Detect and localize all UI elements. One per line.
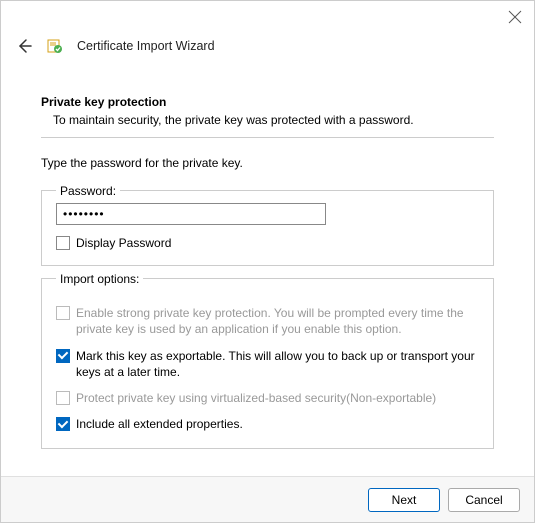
option-extended-properties-checkbox[interactable] — [56, 417, 70, 431]
option-virtualized-security: Protect private key using virtualized-ba… — [56, 390, 479, 406]
password-input[interactable] — [56, 203, 326, 225]
option-label: Include all extended properties. — [76, 416, 243, 432]
option-label: Enable strong private key protection. Yo… — [76, 305, 479, 337]
wizard-title: Certificate Import Wizard — [77, 39, 215, 53]
import-options-group: Import options: Enable strong private ke… — [41, 278, 494, 449]
option-exportable-checkbox[interactable] — [56, 349, 70, 363]
option-label: Mark this key as exportable. This will a… — [76, 348, 479, 380]
back-arrow-icon[interactable] — [15, 37, 33, 55]
divider — [41, 137, 494, 138]
instruction-text: Type the password for the private key. — [41, 156, 494, 170]
option-strong-protection-checkbox — [56, 306, 70, 320]
next-button[interactable]: Next — [368, 488, 440, 512]
option-exportable: Mark this key as exportable. This will a… — [56, 348, 479, 380]
display-password-checkbox[interactable] — [56, 236, 70, 250]
display-password-label: Display Password — [76, 235, 171, 251]
certificate-icon — [47, 38, 63, 54]
close-icon[interactable] — [508, 10, 522, 24]
section-title: Private key protection — [41, 95, 494, 109]
option-strong-protection: Enable strong private key protection. Yo… — [56, 305, 479, 337]
section-description: To maintain security, the private key wa… — [53, 113, 494, 127]
password-group: Password: Display Password — [41, 190, 494, 266]
password-legend: Password: — [56, 184, 120, 198]
option-label: Protect private key using virtualized-ba… — [76, 390, 436, 406]
option-virtualized-security-checkbox — [56, 391, 70, 405]
wizard-header: Certificate Import Wizard — [1, 33, 534, 61]
import-options-legend: Import options: — [56, 272, 143, 286]
option-extended-properties: Include all extended properties. — [56, 416, 479, 432]
cancel-button[interactable]: Cancel — [448, 488, 520, 512]
footer: Next Cancel — [1, 476, 534, 522]
